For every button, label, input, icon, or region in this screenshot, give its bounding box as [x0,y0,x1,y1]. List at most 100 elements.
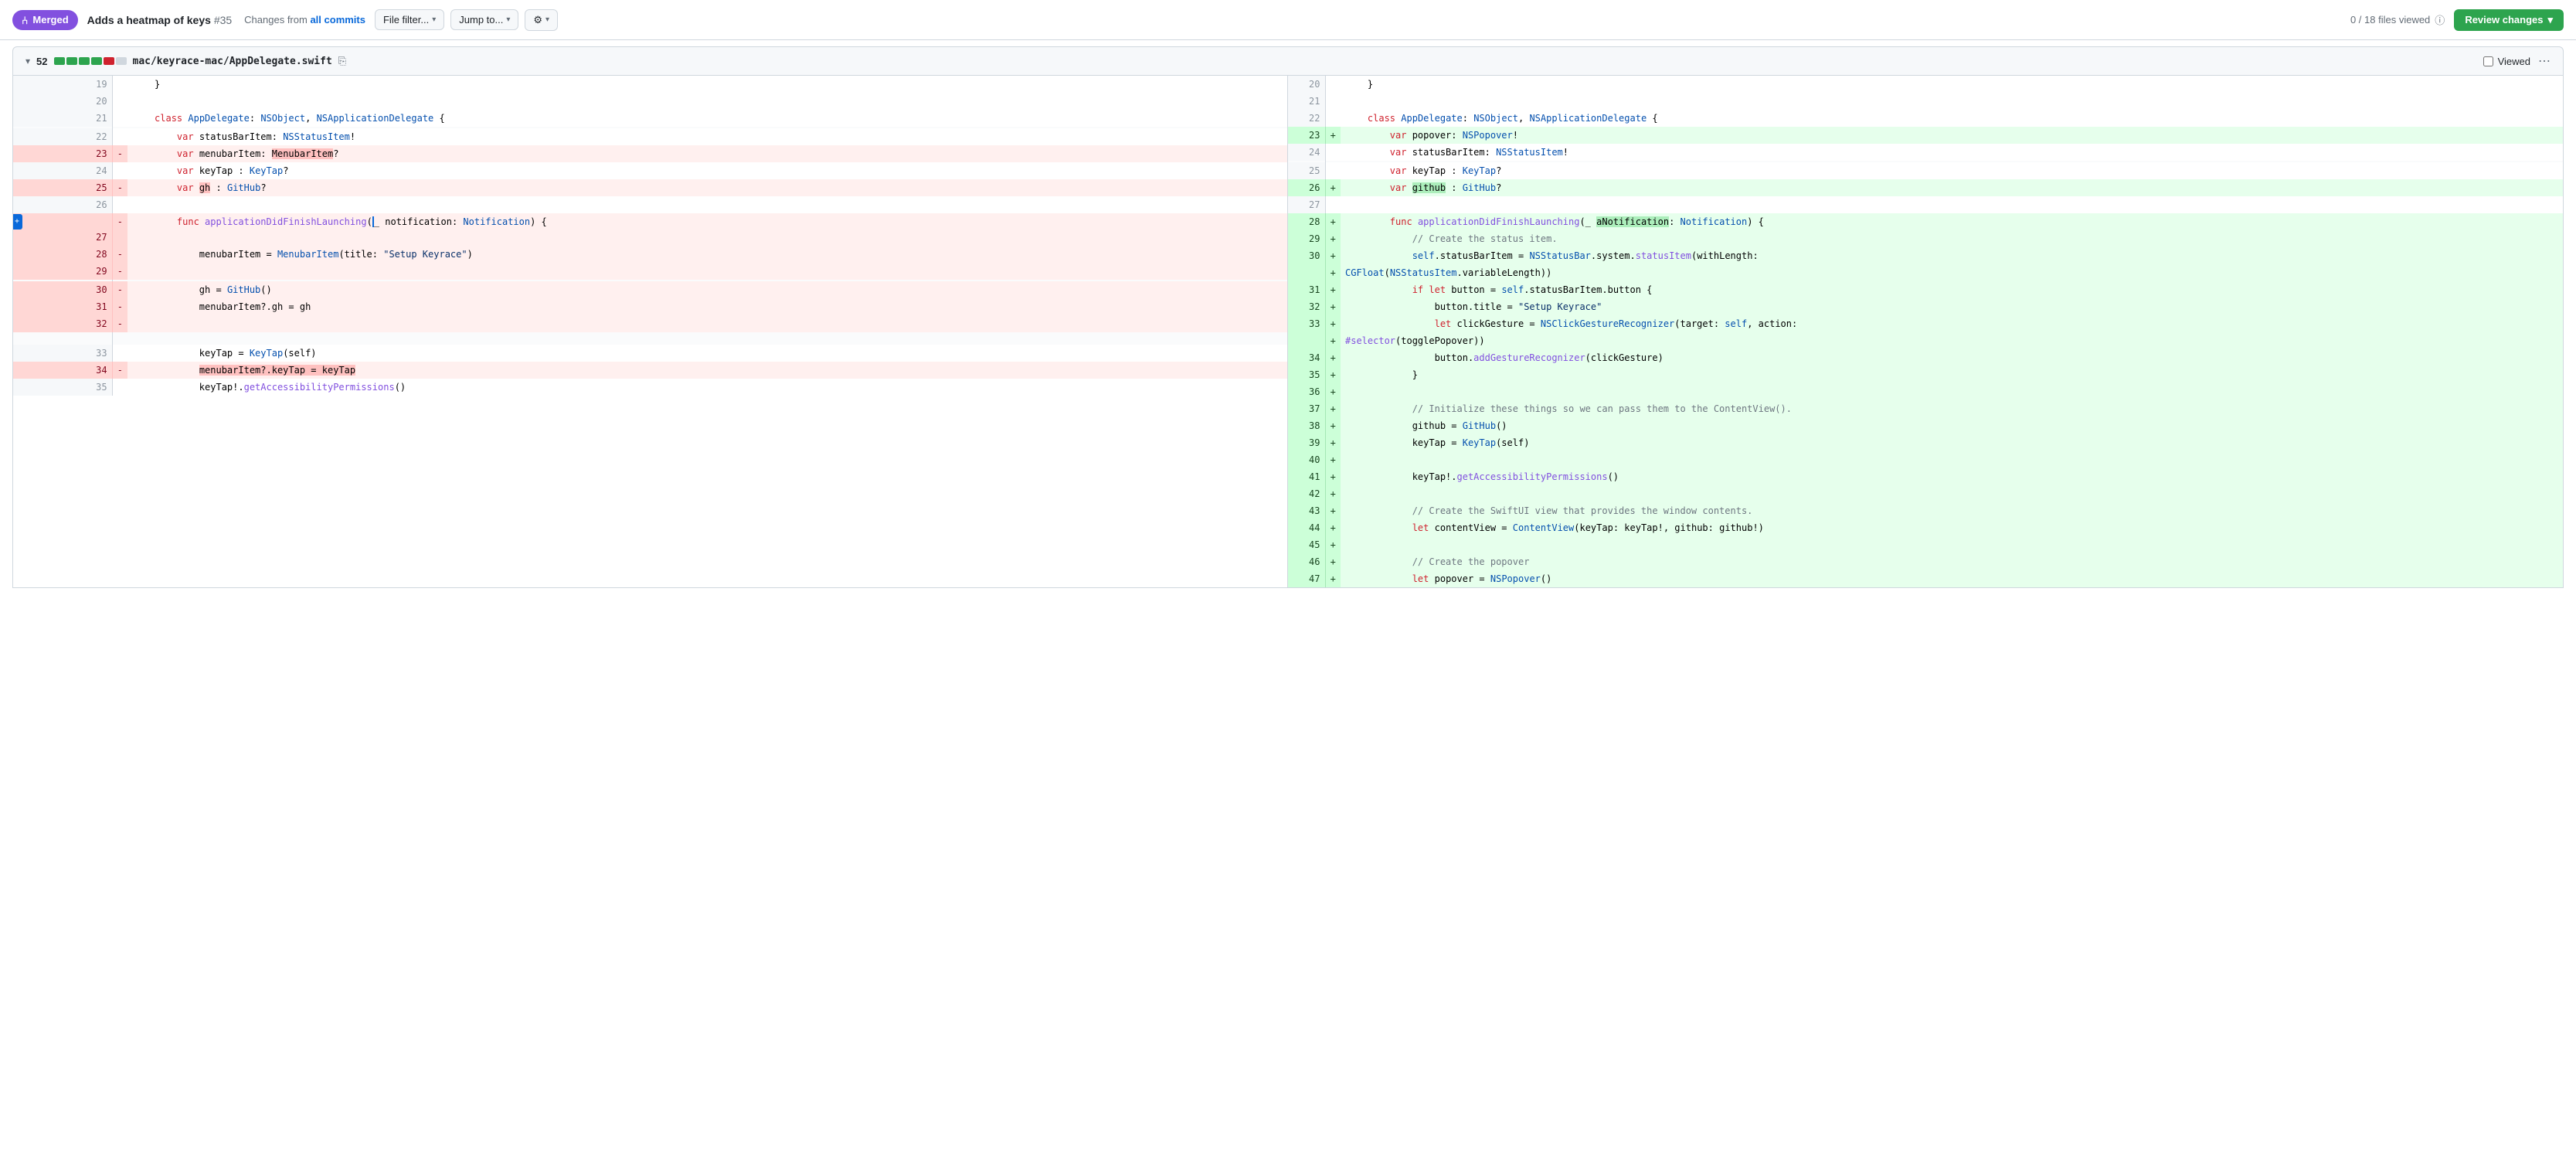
table-row: 25 var keyTap : KeyTap? [1288,162,2563,179]
table-row: 44 + let contentView = ContentView(keyTa… [1288,519,2563,536]
table-row: 27 [1288,196,2563,213]
sign-col: + [1325,383,1341,400]
code-col: func applicationDidFinishLaunching(_ aNo… [1341,213,2563,230]
diff-right-table: 20 } 21 22 class AppDelega [1288,76,2563,587]
line-number-old: 19 [13,76,112,93]
code-col: let contentView = ContentView(keyTap: ke… [1341,519,2563,536]
table-row: 30 + self.statusBarItem = NSStatusBar.sy… [1288,247,2563,264]
sign-col [112,162,127,179]
line-number-new: 44 [1288,519,1325,536]
sign-col: + [1325,315,1341,332]
line-number-old: 35 [13,379,112,396]
line-number-new: 39 [1288,434,1325,451]
info-icon: ⓘ [2435,12,2445,27]
table-row: 34 + button.addGestureRecognizer(clickGe… [1288,349,2563,366]
table-row: 35 keyTap!.getAccessibilityPermissions() [13,379,1287,396]
table-row: + #selector(togglePopover)) [1288,332,2563,349]
code-col: } [1341,76,2563,93]
sign-col [1325,144,1341,161]
code-col [1341,536,2563,553]
sign-col [1325,93,1341,110]
sign-col [1325,162,1341,179]
file-header-right: Viewed ⋯ [2483,53,2551,69]
code-col [1341,196,2563,213]
code-col [127,263,1286,280]
line-number-new: 22 [1288,110,1325,127]
expand-toggle[interactable]: ▾ [25,56,30,66]
sign-col: + [1325,536,1341,553]
jump-to-button[interactable]: Jump to... ▾ [450,9,518,30]
code-col: keyTap = KeyTap(self) [127,345,1286,362]
code-col: #selector(togglePopover)) [1341,332,2563,349]
diff-bar-3 [79,57,90,65]
sign-col [112,196,127,213]
line-number-new: 28 [1288,213,1325,230]
code-col: } [1341,366,2563,383]
sign-col: + [1325,468,1341,485]
table-row: 19 } [13,76,1287,93]
sign-col: - [112,246,127,263]
sign-col [112,345,127,362]
sign-col: + [1325,434,1341,451]
more-options-button[interactable]: ⋯ [2538,53,2551,69]
sign-col: + [1325,230,1341,247]
table-row: 22 var statusBarItem: NSStatusItem! [13,128,1287,145]
table-row: 38 + github = GitHub() [1288,417,2563,434]
diff-left-table: 19 } 20 21 class AppDelega [13,76,1287,396]
table-row: + CGFloat(NSStatusItem.variableLength)) [1288,264,2563,281]
code-col: var popover: NSPopover! [1341,127,2563,144]
table-row: 42 + [1288,485,2563,502]
code-col [1341,383,2563,400]
table-row: 32 + button.title = "Setup Keyrace" [1288,298,2563,315]
table-row: 20 [13,93,1287,110]
sign-col: + [1325,553,1341,570]
line-number-old: 29 [13,263,112,280]
merged-icon: ⑃ [22,14,28,26]
table-row: 47 + let popover = NSPopover() [1288,570,2563,587]
code-col: menubarItem?.gh = gh [127,298,1286,315]
commit-count: 52 [36,56,47,67]
table-row: 23 - var menubarItem: MenubarItem? [13,145,1287,162]
sign-col [112,76,127,93]
line-number-new: 35 [1288,366,1325,383]
table-row: 43 + // Create the SwiftUI view that pro… [1288,502,2563,519]
table-row: 23 + var popover: NSPopover! [1288,127,2563,144]
viewed-checkbox[interactable]: Viewed [2483,56,2530,67]
sign-col: + [1325,298,1341,315]
table-row: 21 [1288,93,2563,110]
copy-icon[interactable]: ⎘ [338,55,346,67]
sign-col: + [1325,417,1341,434]
changes-from: Changes from all commits [244,14,365,26]
code-col: // Initialize these things so we can pas… [1341,400,2563,417]
table-row: 24 var statusBarItem: NSStatusItem! [1288,144,2563,161]
line-number-old: 31 [13,298,112,315]
line-number-new: 25 [1288,162,1325,179]
line-number-old: 30 [13,281,112,298]
sign-col: - [112,145,127,162]
diff-bar-4 [91,57,102,65]
settings-button[interactable]: ⚙ ▾ [525,9,558,31]
sign-col: + [1325,127,1341,144]
line-number-old: 26 [13,196,112,213]
line-number-old: +27 [13,213,112,246]
file-filter-button[interactable]: File filter... ▾ [375,9,444,30]
code-col: var menubarItem: MenubarItem? [127,145,1286,162]
line-number-old: 32 [13,315,112,332]
sign-col: - [112,281,127,298]
code-col: class AppDelegate: NSObject, NSApplicati… [1341,110,2563,127]
top-bar: ⑃ Merged Adds a heatmap of keys #35 Chan… [0,0,2576,40]
line-number-new: 24 [1288,144,1325,161]
line-number-new: 20 [1288,76,1325,93]
line-number-new: 40 [1288,451,1325,468]
table-row: 26 [13,196,1287,213]
sign-col [112,93,127,110]
files-viewed-count: 0 / 18 files viewed ⓘ [2350,12,2445,27]
code-col: var statusBarItem: NSStatusItem! [1341,144,2563,161]
diff-bars [54,57,127,65]
viewed-checkbox-input[interactable] [2483,56,2493,66]
review-changes-button[interactable]: Review changes ▾ [2454,9,2564,31]
sign-col: + [1325,519,1341,536]
sign-col [1325,196,1341,213]
all-commits-link[interactable]: all commits [310,14,365,26]
table-row: 37 + // Initialize these things so we ca… [1288,400,2563,417]
